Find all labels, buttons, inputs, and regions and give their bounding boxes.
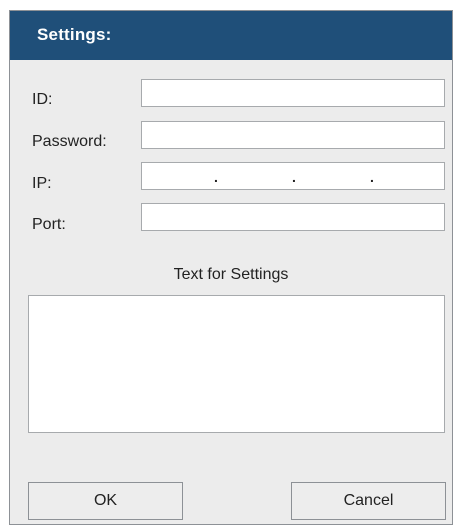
ip-address-field: . . . — [141, 162, 445, 190]
ip-octet-3[interactable] — [300, 163, 368, 189]
dialog-title: Settings: — [37, 25, 112, 44]
cancel-button[interactable]: Cancel — [291, 482, 446, 520]
id-label: ID: — [32, 91, 53, 108]
text-section-title: Text for Settings — [173, 266, 289, 283]
ip-octet-2[interactable] — [222, 163, 290, 189]
settings-text-area[interactable] — [28, 295, 445, 433]
ip-dot-2: . — [292, 169, 296, 185]
port-label: Port: — [32, 216, 66, 233]
port-field[interactable] — [141, 203, 445, 231]
ip-label: IP: — [32, 175, 52, 192]
dialog-titlebar: Settings: — [10, 11, 452, 60]
ip-octet-1[interactable] — [144, 163, 212, 189]
password-label: Password: — [32, 133, 107, 150]
password-field[interactable] — [141, 121, 445, 149]
ip-dot-3: . — [370, 169, 374, 185]
ip-dot-1: . — [214, 169, 218, 185]
ip-octet-4[interactable] — [378, 163, 442, 189]
id-field[interactable] — [141, 79, 445, 107]
settings-dialog: Settings: ID: Password: IP: . . . Port: … — [9, 10, 453, 525]
ok-button[interactable]: OK — [28, 482, 183, 520]
